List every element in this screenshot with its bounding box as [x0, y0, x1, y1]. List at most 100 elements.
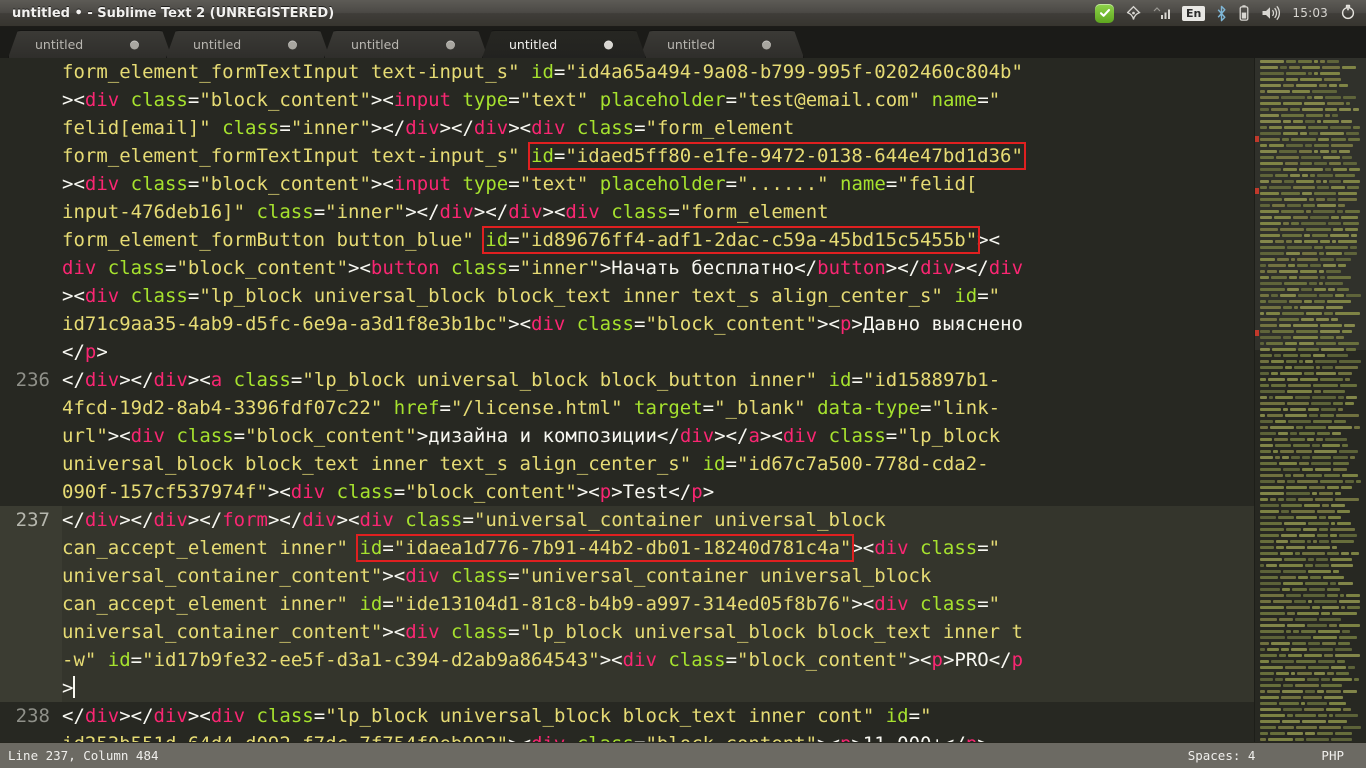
minimap-segment: [1337, 510, 1350, 513]
tab-modified-dot[interactable]: [446, 40, 455, 49]
code-line[interactable]: id71c9aa35-4ab9-d5fc-6e9a-a3d1f8e3b1bc">…: [0, 310, 1254, 338]
minimap-segment: [1285, 678, 1305, 681]
line-number: 236: [0, 366, 62, 394]
code-token: [600, 201, 611, 223]
minimap-segment: [1341, 606, 1345, 609]
minimap-segment: [1285, 414, 1307, 417]
code-line[interactable]: 237 </div></div></form></div><div class="…: [0, 506, 1254, 534]
battery-icon[interactable]: [1238, 0, 1250, 27]
line-number: [0, 590, 62, 618]
code-line[interactable]: -w" id="id17b9fe32-ee5f-d3a1-c394-d2ab9a…: [0, 646, 1254, 674]
minimap-segment: [1283, 306, 1292, 309]
tab-modified-dot[interactable]: [130, 40, 139, 49]
code-line[interactable]: </p>: [0, 338, 1254, 366]
code-line[interactable]: universal_container_content"><div class=…: [0, 562, 1254, 590]
code-line[interactable]: 236 </div></div><a class="lp_block univer…: [0, 366, 1254, 394]
minimap[interactable]: [1254, 58, 1366, 742]
minimap-segment: [1287, 246, 1312, 249]
gear-power-icon[interactable]: [1339, 0, 1357, 27]
code-token: =: [463, 509, 474, 531]
minimap-segment: [1269, 126, 1282, 129]
minimap-segment: [1332, 612, 1357, 615]
code-line[interactable]: universal_container_content"><div class=…: [0, 618, 1254, 646]
minimap-segment: [1331, 186, 1345, 189]
code-line[interactable]: ><div class="lp_block universal_block bl…: [0, 282, 1254, 310]
minimap-segment: [1343, 690, 1357, 693]
minimap-segment: [1260, 660, 1269, 663]
code-line[interactable]: input-476deb16]" class="inner"></div></d…: [0, 198, 1254, 226]
minimap-segment: [1323, 180, 1327, 183]
minimap-segment: [1329, 714, 1333, 717]
code-line[interactable]: ><div class="block_content"><input type=…: [0, 86, 1254, 114]
code-line[interactable]: id253b551d-64d4-d092-f7dc-7f754f0eb992">…: [0, 730, 1254, 742]
code-line[interactable]: 238 </div></div><div class="lp_block univ…: [0, 702, 1254, 730]
code-token: class: [337, 481, 394, 503]
code-line[interactable]: form_element_formButton button_blue" id=…: [0, 226, 1254, 254]
code-token: [96, 649, 107, 671]
minimap-segment: [1338, 264, 1346, 267]
code-line[interactable]: can_accept_element inner" id="idaea1d776…: [0, 534, 1254, 562]
tab-modified-dot[interactable]: [604, 40, 613, 49]
tab-modified-dot[interactable]: [288, 40, 297, 49]
code-line[interactable]: >: [0, 674, 1254, 702]
code-token: "felid[: [897, 173, 977, 195]
code-line[interactable]: ><div class="block_content"><input type=…: [0, 170, 1254, 198]
check-badge-icon[interactable]: [1095, 0, 1114, 27]
tab-modified-dot[interactable]: [762, 40, 771, 49]
code-line[interactable]: div class="block_content"><button class=…: [0, 254, 1254, 282]
tab-1[interactable]: untitled: [166, 30, 330, 58]
minimap-segment: [1296, 660, 1316, 663]
code-line[interactable]: universal_block block_text inner text_s …: [0, 450, 1254, 478]
minimap-segment: [1332, 678, 1352, 681]
syntax-label[interactable]: PHP: [1321, 748, 1344, 763]
code-token: =: [909, 705, 920, 727]
code-token: [451, 173, 462, 195]
code-line[interactable]: url"><div class="block_content">дизайна …: [0, 422, 1254, 450]
code-token: ><: [817, 733, 840, 742]
code-token: ></: [954, 257, 988, 279]
code-line[interactable]: form_element_formTextInput text-input_s"…: [0, 58, 1254, 86]
minimap-segment: [1268, 264, 1286, 267]
volume-icon[interactable]: [1261, 0, 1281, 27]
tab-3[interactable]: untitled: [482, 30, 646, 58]
minimap-segment: [1271, 180, 1282, 183]
minimap-segment: [1288, 384, 1311, 387]
minimap-segment: [1327, 354, 1348, 357]
code-text: id253b551d-64d4-d092-f7dc-7f754f0eb992">…: [62, 730, 989, 742]
code-area[interactable]: form_element_formTextInput text-input_s"…: [0, 58, 1254, 742]
keyboard-layout-indicator[interactable]: En: [1182, 0, 1205, 27]
code-line[interactable]: 090f-157cf537974f"><div class="block_con…: [0, 478, 1254, 506]
minimap-segment: [1279, 270, 1298, 273]
code-text: form_element_formTextInput text-input_s"…: [62, 142, 1023, 170]
line-number: [0, 114, 62, 142]
minimap-segment: [1327, 552, 1339, 555]
minimap-segment: [1334, 420, 1346, 423]
tab-0[interactable]: untitled: [8, 30, 172, 58]
wifi-signal-icon[interactable]: [1153, 0, 1171, 27]
minimap-segment: [1260, 738, 1266, 741]
code-line[interactable]: 4fcd-19d2-8ab4-3396fdf07c22" href="/lice…: [0, 394, 1254, 422]
minimap-segment: [1260, 306, 1281, 309]
tab-2[interactable]: untitled: [324, 30, 488, 58]
code-token: ></: [371, 117, 405, 139]
dropbox-icon[interactable]: [1125, 0, 1142, 27]
minimap-segment: [1353, 108, 1359, 111]
code-token: felid[email]": [62, 117, 211, 139]
code-line[interactable]: can_accept_element inner" id="ide13104d1…: [0, 590, 1254, 618]
code-line[interactable]: form_element_formTextInput text-input_s"…: [0, 142, 1254, 170]
minimap-segment: [1297, 612, 1319, 615]
bluetooth-icon[interactable]: [1216, 0, 1227, 27]
minimap-segment: [1275, 678, 1283, 681]
minimap-segment: [1280, 228, 1304, 231]
code-token: >: [96, 341, 107, 363]
editor-pane[interactable]: form_element_formTextInput text-input_s"…: [0, 58, 1366, 742]
minimap-segment: [1353, 126, 1360, 129]
minimap-segment: [1277, 258, 1289, 261]
system-clock[interactable]: 15:03: [1292, 0, 1328, 27]
indentation-label[interactable]: Spaces: 4: [1188, 748, 1256, 763]
tab-4[interactable]: untitled: [640, 30, 804, 58]
code-line[interactable]: felid[email]" class="inner"></div></div>…: [0, 114, 1254, 142]
minimap-segment: [1270, 498, 1276, 501]
minimap-segment: [1335, 654, 1360, 657]
code-token: div: [531, 733, 565, 742]
